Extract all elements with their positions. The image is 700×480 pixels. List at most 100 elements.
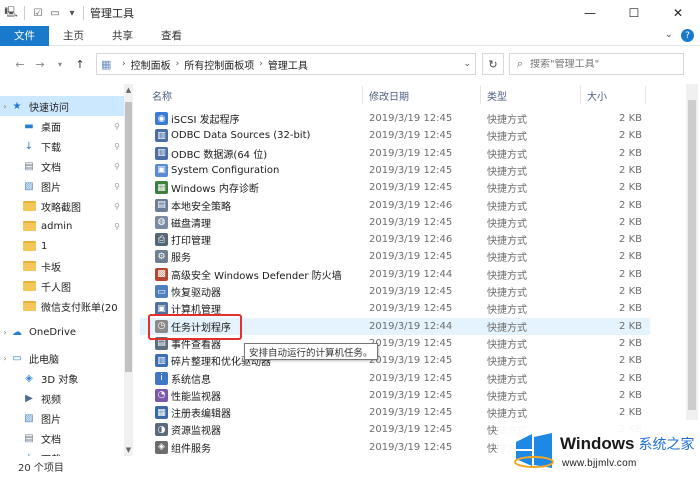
- file-row[interactable]: ▤ 本地安全策略 2019/3/19 12:46 快捷方式 2 KB: [140, 197, 650, 214]
- file-row[interactable]: ⚙ 服务 2019/3/19 12:45 快捷方式 2 KB: [140, 248, 650, 265]
- column-divider[interactable]: [580, 86, 581, 104]
- minimize-button[interactable]: —: [568, 0, 612, 26]
- forward-arrow-icon[interactable]: →: [32, 56, 48, 72]
- breadcrumb-item[interactable]: 控制面板: [131, 57, 171, 72]
- app-icon[interactable]: 🖳: [4, 6, 18, 20]
- nav-item[interactable]: › ☁ OneDrive: [0, 322, 124, 342]
- chevron-right-icon[interactable]: ›: [259, 59, 263, 69]
- folder-icon: [22, 260, 36, 272]
- picture-icon: ▨: [24, 180, 34, 192]
- nav-item[interactable]: 攻略截图 ⚲: [0, 196, 124, 216]
- file-row[interactable]: ▥ ODBC 数据源(64 位) 2019/3/19 12:45 快捷方式 2 KB: [140, 145, 650, 162]
- nav-item[interactable]: ▬ 桌面 ⚲: [0, 116, 124, 136]
- file-row[interactable]: ▥ 碎片整理和优化驱动器 2019/3/19 12:45 快捷方式 2 KB: [140, 352, 650, 369]
- help-icon[interactable]: ?: [681, 29, 694, 42]
- chevron-down-icon[interactable]: ⌄: [665, 29, 673, 42]
- nav-item[interactable]: ▶ 视频: [0, 388, 124, 408]
- close-button[interactable]: ✕: [656, 0, 700, 26]
- file-row[interactable]: ▦ Windows 内存诊断 2019/3/19 12:45 快捷方式 2 KB: [140, 179, 650, 196]
- file-size: 2 KB: [619, 147, 642, 159]
- expand-chevron-icon[interactable]: ›: [0, 102, 10, 111]
- file-row[interactable]: ◉ iSCSI 发起程序 2019/3/19 12:45 快捷方式 2 KB: [140, 110, 650, 127]
- nav-item[interactable]: 1: [0, 236, 124, 256]
- nav-item[interactable]: › ★ 快速访问: [0, 96, 124, 116]
- nav-item[interactable]: ◈ 3D 对象: [0, 368, 124, 388]
- search-box[interactable]: ⌕: [509, 53, 684, 75]
- nav-item[interactable]: ↓下载: [0, 448, 124, 457]
- file-row[interactable]: ▥ ODBC Data Sources (32-bit) 2019/3/19 12:…: [140, 127, 650, 144]
- column-divider[interactable]: [480, 86, 481, 104]
- breadcrumb-item[interactable]: 管理工具: [268, 57, 308, 72]
- video-icon: ▶: [25, 392, 33, 404]
- nav-item[interactable]: ▨ 图片 ⚲: [0, 176, 124, 196]
- chevron-down-icon[interactable]: ▾: [65, 6, 79, 20]
- properties-icon[interactable]: ☑: [31, 6, 45, 20]
- file-size: 2 KB: [619, 389, 642, 401]
- nav-item[interactable]: 卡坂: [0, 256, 124, 276]
- file-date: 2019/3/19 12:45: [369, 372, 453, 384]
- file-row[interactable]: ▭ 恢复驱动器 2019/3/19 12:45 快捷方式 2 KB: [140, 283, 650, 300]
- nav-item[interactable]: ▤ 文档 ⚲: [0, 156, 124, 176]
- chevron-right-icon[interactable]: ›: [176, 59, 180, 69]
- column-divider[interactable]: [645, 86, 646, 104]
- back-arrow-icon[interactable]: ←: [12, 56, 28, 72]
- nav-scrollbar[interactable]: ▲ ▼: [124, 84, 133, 456]
- nav-item-label: 攻略截图: [41, 202, 81, 214]
- folder-icon: [22, 220, 36, 232]
- tab-share[interactable]: 共享: [98, 26, 147, 46]
- tab-view[interactable]: 查看: [147, 26, 196, 46]
- refresh-button[interactable]: ↻: [482, 53, 504, 75]
- column-divider[interactable]: [362, 86, 363, 104]
- scroll-up-icon[interactable]: ▲: [124, 86, 133, 94]
- expand-chevron-icon[interactable]: ›: [0, 328, 10, 337]
- iscsi-icon: ◉: [155, 112, 168, 125]
- file-type: 快捷方式: [487, 149, 527, 161]
- recent-chevron-icon[interactable]: ▾: [52, 56, 68, 72]
- file-type: 快捷方式: [487, 115, 527, 126]
- file-row[interactable]: ▣ System Configuration 2019/3/19 12:45 快捷方式…: [140, 162, 650, 179]
- address-bar[interactable]: ▦ › 控制面板 › 所有控制面板项 › 管理工具 ⌄: [96, 53, 476, 75]
- watermark-brand-text: Windows: [560, 434, 635, 453]
- folder-shape: [22, 201, 36, 211]
- scroll-down-icon[interactable]: ▼: [124, 446, 133, 454]
- maximize-button[interactable]: ☐: [612, 0, 656, 26]
- chevron-right-icon[interactable]: ›: [122, 59, 126, 69]
- nav-item[interactable]: ▤ 文档: [0, 428, 124, 448]
- file-row[interactable]: i 系统信息 2019/3/19 12:45 快捷方式 2 KB: [140, 370, 650, 387]
- nav-item[interactable]: 千人图: [0, 276, 124, 296]
- folder-shape: [22, 221, 36, 231]
- file-size: 2 KB: [619, 372, 642, 384]
- file-row[interactable]: ⎙ 打印管理 2019/3/19 12:46 快捷方式 2 KB: [140, 231, 650, 248]
- list-scrollbar[interactable]: [686, 84, 698, 456]
- config-icon: ▣: [155, 163, 168, 177]
- scrollbar-thumb[interactable]: [125, 102, 132, 372]
- column-header-date[interactable]: 修改日期: [369, 84, 409, 106]
- registry-icon: ▦: [155, 406, 168, 420]
- pin-icon: ⚲: [114, 181, 120, 191]
- up-arrow-icon[interactable]: ↑: [72, 56, 88, 72]
- file-row[interactable]: ◍ 磁盘清理 2019/3/19 12:45 快捷方式 2 KB: [140, 214, 650, 231]
- file-row[interactable]: ▦ 注册表编辑器 2019/3/19 12:45 快捷方式 2 KB: [140, 404, 650, 421]
- scrollbar-thumb[interactable]: [688, 100, 696, 410]
- column-header-type[interactable]: 类型: [487, 84, 507, 106]
- nav-item[interactable]: › ▭ 此电脑: [0, 348, 124, 368]
- nav-item[interactable]: ▨ 图片: [0, 408, 124, 428]
- nav-item[interactable]: 微信支付账单(20: [0, 296, 124, 316]
- tab-file[interactable]: 文件: [0, 25, 49, 46]
- file-date: 2019/3/19 12:45: [369, 251, 453, 263]
- column-header-size[interactable]: 大小: [587, 84, 607, 106]
- file-row[interactable]: ▩ 高级安全 Windows Defender 防火墙 2019/3/19 12:4…: [140, 266, 650, 283]
- column-header-name[interactable]: 名称: [152, 84, 172, 106]
- nav-item[interactable]: admin ⚲: [0, 216, 124, 236]
- chevron-down-icon[interactable]: ⌄: [463, 59, 471, 69]
- file-size: 2 KB: [619, 251, 642, 263]
- expand-chevron-icon[interactable]: ›: [0, 354, 10, 363]
- file-row[interactable]: ◔ 性能监视器 2019/3/19 12:45 快捷方式 2 KB: [140, 387, 650, 404]
- breadcrumb-item[interactable]: 所有控制面板项: [184, 57, 254, 72]
- tab-home[interactable]: 主页: [49, 26, 98, 46]
- search-input[interactable]: [530, 58, 670, 70]
- nav-item[interactable]: ↓ 下载 ⚲: [0, 136, 124, 156]
- drive-icon: ▭: [155, 285, 168, 298]
- picture-icon: ▨: [24, 412, 34, 424]
- new-folder-icon[interactable]: ▭: [48, 6, 62, 20]
